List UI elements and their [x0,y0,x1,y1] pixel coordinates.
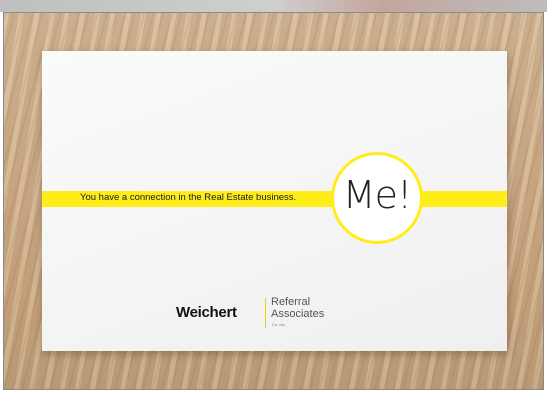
logo-divider [265,298,266,328]
weichert-logo: Weichert Referral Associates Co. Inc. [176,297,376,333]
logo-line-company: Co. Inc. [272,322,286,327]
logo-line-associates: Associates [271,308,325,320]
greeting-card: You have a connection in the Real Estate… [42,51,507,351]
circle-text: Me! [342,173,412,217]
logo-line-referral: Referral [271,296,311,308]
tagline-text: You have a connection in the Real Estate… [80,192,297,203]
top-edge-bar [0,0,547,12]
me-circle: Me! [331,152,423,244]
wood-background: You have a connection in the Real Estate… [3,12,544,390]
logo-brand: Weichert [176,304,237,321]
